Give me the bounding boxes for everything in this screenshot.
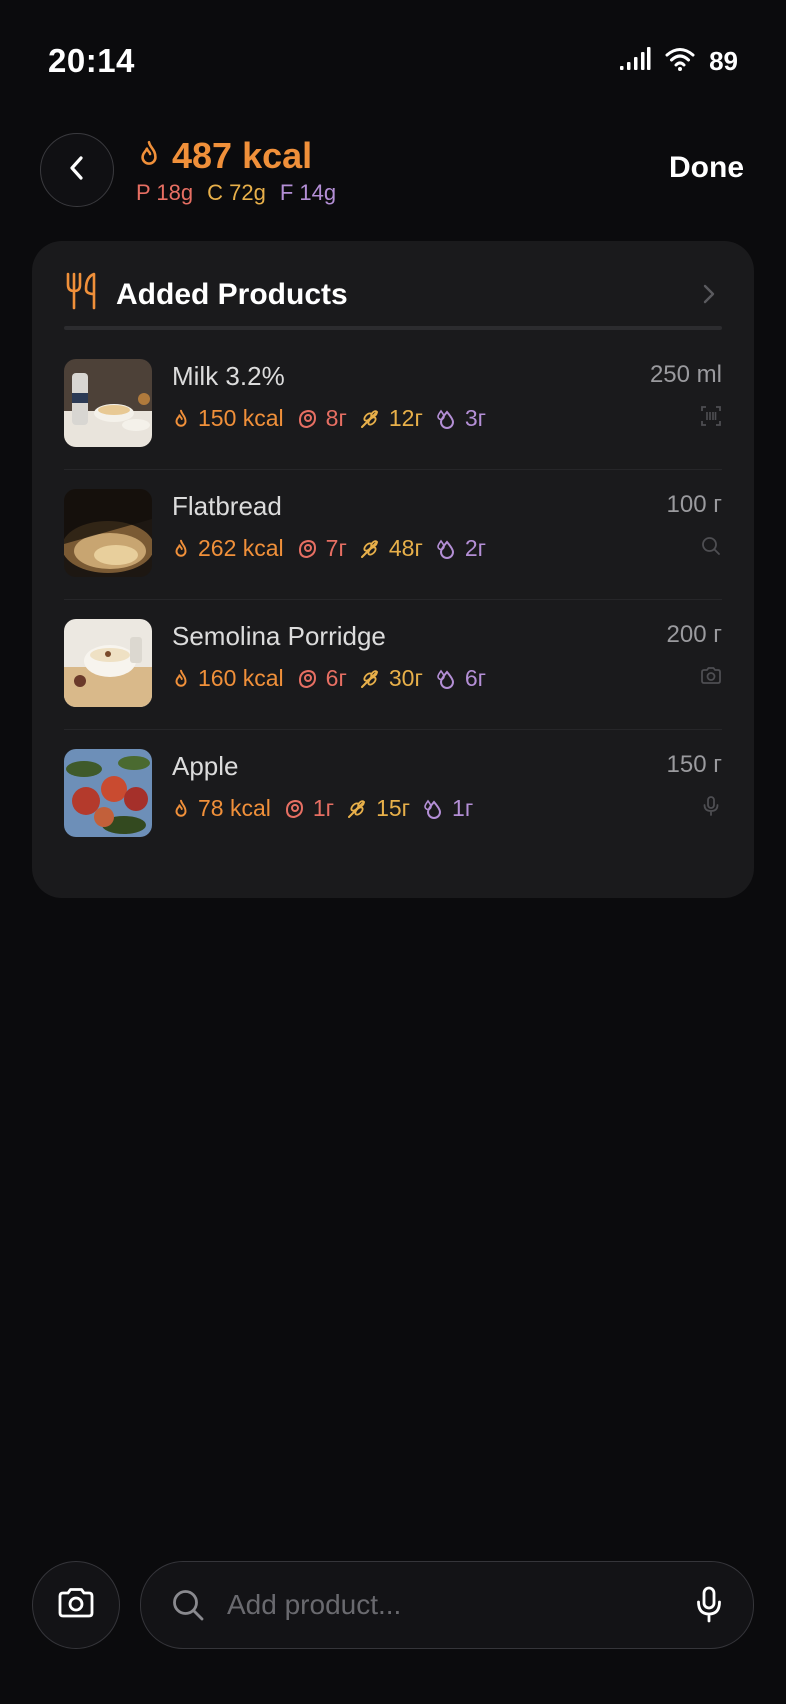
protein-icon — [296, 538, 318, 560]
camera-icon — [57, 1586, 95, 1625]
product-carbs: 30г — [388, 665, 423, 691]
back-button[interactable] — [40, 133, 114, 207]
microphone-icon[interactable] — [695, 1586, 723, 1629]
product-name: Semolina Porridge — [172, 621, 386, 651]
product-carbs: 48г — [388, 535, 423, 561]
product-kcal: 78 kcal — [198, 795, 271, 821]
wheat-icon — [359, 538, 381, 560]
camera-button[interactable] — [32, 1561, 120, 1649]
card-title: Added Products — [116, 278, 348, 311]
product-fat: 2г — [464, 535, 487, 561]
fork-knife-icon — [64, 271, 100, 316]
product-carbs: 15г — [376, 795, 411, 821]
add-product-bar — [32, 1561, 754, 1649]
meal-header: 487 kcal P 18g C 72g F 14g Done — [40, 133, 746, 208]
search-icon — [171, 1588, 205, 1627]
fat-drop-icon — [422, 798, 444, 820]
fat-drop-icon — [435, 408, 457, 430]
product-kcal: 160 kcal — [198, 665, 284, 691]
total-kcal: 487 kcal — [172, 135, 313, 176]
battery-level: 89 — [709, 46, 738, 76]
add-product-input[interactable] — [225, 1582, 669, 1628]
protein-icon — [296, 668, 318, 690]
search-icon — [700, 535, 722, 562]
chevron-right-icon — [702, 283, 716, 310]
protein-icon — [283, 798, 305, 820]
wheat-icon — [359, 408, 381, 430]
wheat-icon — [359, 668, 381, 690]
fat-drop-icon — [435, 538, 457, 560]
product-nutrition: 150 kcal 8г 12г 3г — [172, 405, 498, 432]
product-item-semolina-porridge[interactable]: Semolina Porridge 200 г 160 kcal 6г 30г … — [64, 591, 722, 721]
wheat-icon — [346, 798, 368, 820]
product-fat: 1г — [452, 795, 474, 821]
product-quantity: 250 ml — [649, 361, 722, 388]
wifi-icon — [665, 47, 695, 76]
product-image-semolina-porridge — [64, 619, 152, 707]
chevron-left-icon — [65, 154, 89, 187]
product-protein: 1г — [312, 795, 335, 821]
product-quantity: 100 г — [666, 491, 722, 518]
fat-total: F 14g — [279, 180, 337, 205]
carbs-total: C 72g — [207, 180, 266, 205]
signal-icon — [619, 47, 651, 76]
product-carbs: 12г — [388, 405, 423, 431]
kcal-summary: 487 kcal — [136, 135, 312, 177]
product-image-flatbread — [64, 489, 152, 577]
product-kcal: 150 kcal — [198, 405, 284, 431]
done-button[interactable]: Done — [669, 151, 744, 185]
product-item-milk[interactable]: Milk 3.2% 250 ml 150 kcal 8г 12г 3г — [64, 331, 722, 461]
product-quantity: 200 г — [666, 621, 722, 648]
camera-icon — [700, 665, 722, 692]
product-fat: 6г — [464, 665, 487, 691]
status-indicators: 89 — [619, 46, 738, 77]
status-bar: 20:14 89 — [0, 0, 786, 120]
add-product-search[interactable] — [140, 1561, 754, 1649]
product-fat: 3г — [464, 405, 487, 431]
card-header[interactable]: Added Products — [64, 269, 722, 321]
product-image-milk — [64, 359, 152, 447]
fat-drop-icon — [435, 668, 457, 690]
product-nutrition: 262 kcal 7г 48г 2г — [172, 535, 498, 562]
flame-icon — [136, 139, 162, 174]
barcode-scan-icon — [700, 405, 722, 432]
product-kcal: 262 kcal — [198, 535, 284, 561]
product-quantity: 150 г — [666, 751, 722, 778]
product-nutrition: 160 kcal 6г 30г 6г — [172, 665, 498, 692]
product-name: Apple — [172, 751, 239, 781]
product-name: Flatbread — [172, 491, 282, 521]
product-protein: 7г — [325, 535, 347, 561]
flame-icon — [172, 538, 190, 560]
product-protein: 6г — [325, 665, 347, 691]
protein-total: P 18g — [136, 180, 194, 205]
status-time: 20:14 — [48, 42, 135, 79]
card-divider — [64, 326, 722, 330]
flame-icon — [172, 798, 190, 820]
microphone-icon — [700, 795, 722, 822]
flame-icon — [172, 668, 190, 690]
product-nutrition: 78 kcal 1г 15г 1г — [172, 795, 485, 822]
product-item-flatbread[interactable]: Flatbread 100 г 262 kcal 7г 48г 2г — [64, 461, 722, 591]
product-protein: 8г — [325, 405, 347, 431]
protein-icon — [296, 408, 318, 430]
product-item-apple[interactable]: Apple 150 г 78 kcal 1г 15г 1г — [64, 721, 722, 851]
product-image-apple — [64, 749, 152, 837]
flame-icon — [172, 408, 190, 430]
product-name: Milk 3.2% — [172, 361, 285, 391]
added-products-card: Added Products Milk 3.2% 250 ml 150 kcal — [32, 241, 754, 898]
macro-summary: P 18g C 72g F 14g — [136, 180, 336, 206]
